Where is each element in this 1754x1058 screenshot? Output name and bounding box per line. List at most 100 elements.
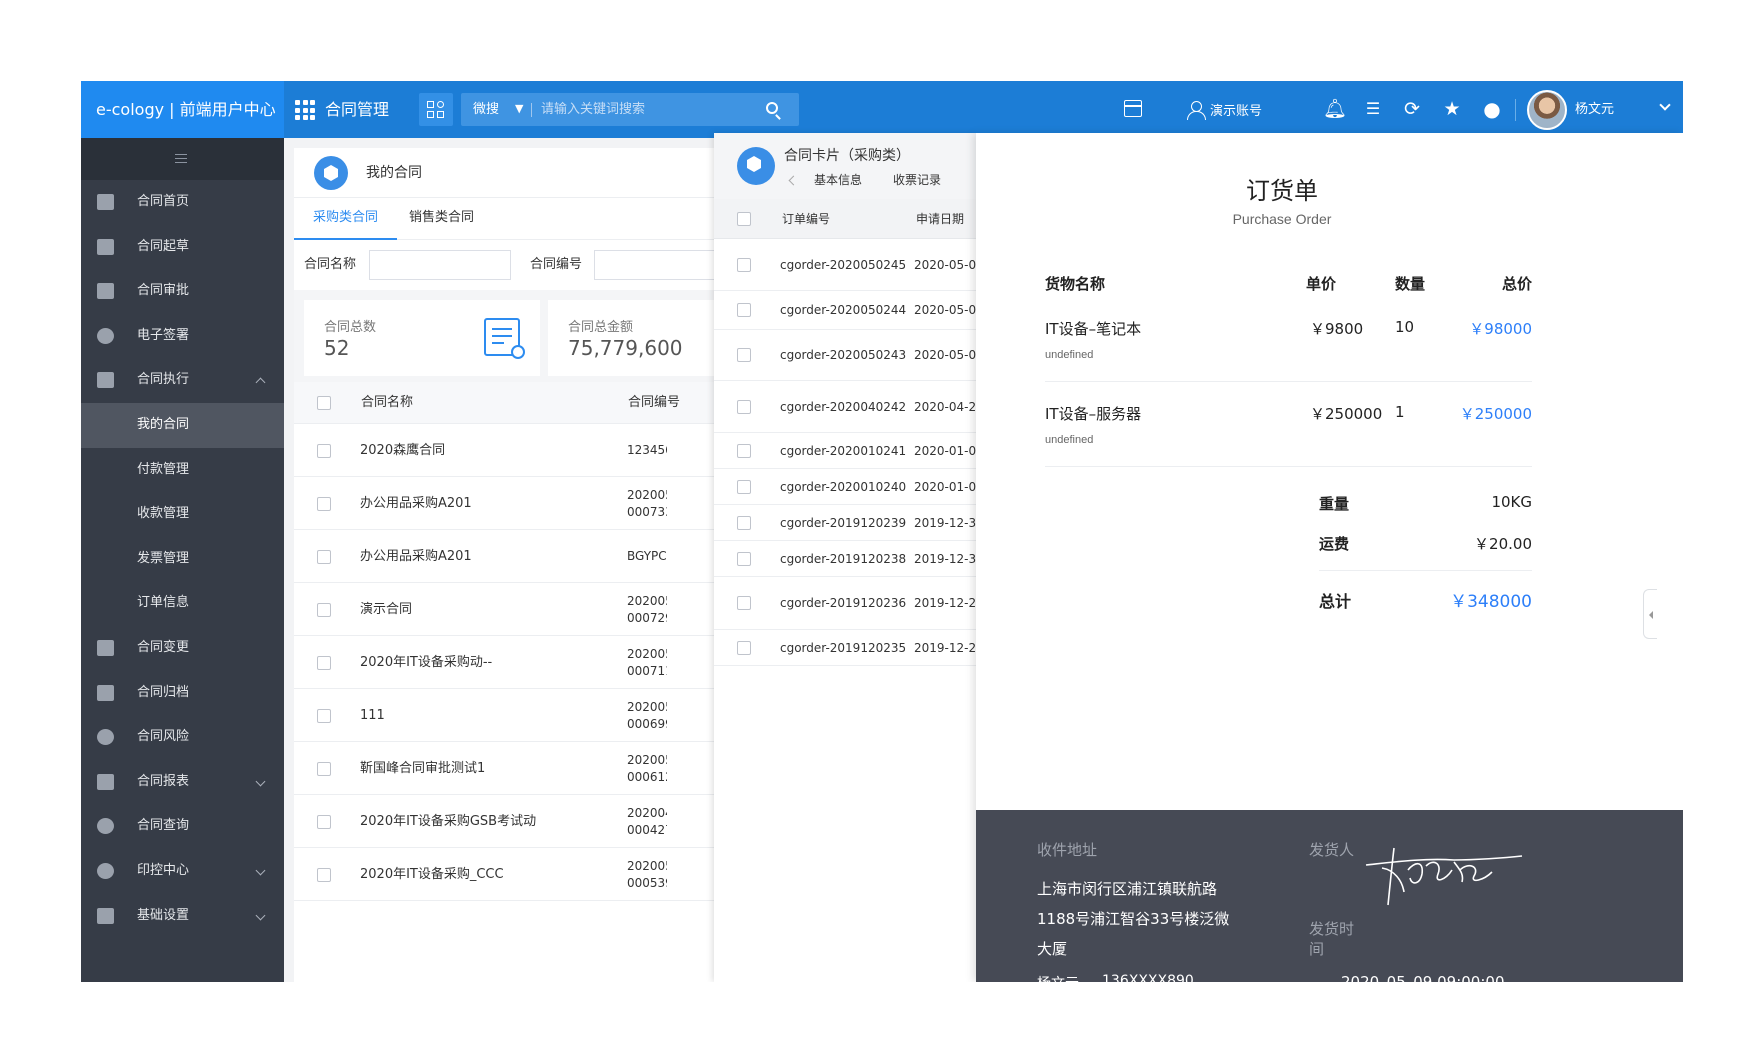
star-icon[interactable]: ★ <box>1441 98 1463 120</box>
account-switcher[interactable]: 演示账号 <box>1187 81 1262 138</box>
list-icon[interactable]: ☰ <box>1362 98 1384 120</box>
table-row[interactable]: 2020年IT设备采购_CCC 202005 000539 <box>294 848 714 901</box>
tab-sales-contracts[interactable]: 销售类合同 <box>409 198 474 238</box>
sidebar-item-esign[interactable]: 电子签署 <box>81 314 284 359</box>
order-no[interactable]: cgorder-2020050244 <box>780 291 906 330</box>
module-title[interactable]: 合同管理 <box>325 81 389 138</box>
sidebar-item-reports[interactable]: 合同报表 <box>81 760 284 805</box>
sidebar-item-query[interactable]: 合同查询 <box>81 804 284 849</box>
contract-name[interactable]: 2020森鹰合同 <box>360 424 445 477</box>
order-row[interactable]: cgorder-2020050243 2020-05-08 <box>714 330 984 381</box>
sidebar-collapse-bar[interactable] <box>81 138 284 180</box>
sidebar-item-my-contracts[interactable]: 我的合同 <box>81 402 284 448</box>
module-switch-icon[interactable] <box>419 93 453 126</box>
tab-invoice-records[interactable]: 收票记录 <box>893 171 941 188</box>
row-checkbox[interactable] <box>737 552 751 566</box>
contract-name[interactable]: 2020年IT设备采购GSB考试动 <box>360 795 536 848</box>
table-row[interactable]: 办公用品采购A201 BGYPC <box>294 530 714 583</box>
bell-icon[interactable]: 🔔︎ <box>1323 98 1347 120</box>
sidebar-item-approval[interactable]: 合同审批 <box>81 269 284 314</box>
search-icon[interactable] <box>766 102 778 114</box>
sidebar-item-orders[interactable]: 订单信息 <box>81 581 284 626</box>
sidebar-item-invoices[interactable]: 发票管理 <box>81 537 284 582</box>
row-checkbox[interactable] <box>317 762 331 776</box>
row-checkbox[interactable] <box>317 868 331 882</box>
select-all-checkbox[interactable] <box>737 212 751 226</box>
table-row[interactable]: 2020年IT设备采购GSB考试动 202004 000427 <box>294 795 714 848</box>
order-row[interactable]: cgorder-2019120239 2019-12-30 <box>714 505 984 541</box>
column-header-code[interactable]: 合同编号 <box>628 382 680 424</box>
row-checkbox[interactable] <box>317 709 331 723</box>
app-grid-icon[interactable] <box>295 100 315 120</box>
row-checkbox[interactable] <box>737 444 751 458</box>
select-all-checkbox[interactable] <box>317 396 331 410</box>
search-scope-select[interactable]: 微搜 <box>473 93 499 126</box>
calendar-icon[interactable] <box>1124 100 1142 117</box>
order-no[interactable]: cgorder-2020050243 <box>780 330 906 381</box>
table-row[interactable]: 2020年IT设备采购动-- 202005 000711 <box>294 636 714 689</box>
contract-name[interactable]: 靳国峰合同审批测试1 <box>360 742 485 795</box>
contract-name[interactable]: 2020年IT设备采购动-- <box>360 636 492 689</box>
order-no[interactable]: cgorder-2019120238 <box>780 541 906 577</box>
table-row[interactable]: 111 202005 000699 <box>294 689 714 742</box>
more-icon[interactable]: ● <box>1481 98 1503 120</box>
order-row[interactable]: cgorder-2020050245 2020-05-09 <box>714 239 984 291</box>
order-no[interactable]: cgorder-2020040242 <box>780 381 906 433</box>
sidebar-item-archive[interactable]: 合同归档 <box>81 671 284 716</box>
order-row[interactable]: cgorder-2019120235 2019-12-22 <box>714 630 984 666</box>
row-checkbox[interactable] <box>737 303 751 317</box>
column-header-apply-date[interactable]: 申请日期 <box>916 199 964 239</box>
row-checkbox[interactable] <box>317 550 331 564</box>
refresh-icon[interactable]: ⟳ <box>1401 98 1423 120</box>
row-checkbox[interactable] <box>737 480 751 494</box>
row-checkbox[interactable] <box>317 444 331 458</box>
chevron-down-icon[interactable]: ▼ <box>515 102 523 115</box>
row-checkbox[interactable] <box>737 258 751 272</box>
search-input[interactable] <box>541 97 751 122</box>
contract-code-input[interactable] <box>594 250 724 280</box>
chevron-down-icon[interactable] <box>1659 99 1671 111</box>
username[interactable]: 杨文元 <box>1575 81 1614 138</box>
order-no[interactable]: cgorder-2020050245 <box>780 239 906 291</box>
table-row[interactable]: 靳国峰合同审批测试1 202005 000612 <box>294 742 714 795</box>
sidebar-item-draft[interactable]: 合同起草 <box>81 225 284 270</box>
sidebar-item-change[interactable]: 合同变更 <box>81 626 284 671</box>
order-row[interactable]: cgorder-2020040242 2020-04-24 <box>714 381 984 433</box>
brand-logo[interactable]: e-cology | 前端用户中心 <box>81 81 284 138</box>
order-row[interactable]: cgorder-2019120238 2019-12-30 <box>714 541 984 577</box>
row-checkbox[interactable] <box>737 516 751 530</box>
contract-name[interactable]: 办公用品采购A201 <box>360 477 472 530</box>
column-header-name[interactable]: 合同名称 <box>361 382 413 424</box>
table-row[interactable]: 办公用品采购A201 202005 000733 <box>294 477 714 530</box>
order-row[interactable]: cgorder-2019120236 2019-12-22 <box>714 577 984 630</box>
table-row[interactable]: 2020森鹰合同 123456 <box>294 424 714 477</box>
row-checkbox[interactable] <box>317 497 331 511</box>
contract-name[interactable]: 2020年IT设备采购_CCC <box>360 848 504 901</box>
row-checkbox[interactable] <box>317 603 331 617</box>
sidebar-item-settings[interactable]: 基础设置 <box>81 894 284 939</box>
contract-name[interactable]: 演示合同 <box>360 583 412 636</box>
sidebar-item-payments[interactable]: 付款管理 <box>81 448 284 493</box>
contract-name[interactable]: 办公用品采购A201 <box>360 530 472 583</box>
row-checkbox[interactable] <box>737 400 751 414</box>
sidebar-item-receipts[interactable]: 收款管理 <box>81 492 284 537</box>
contract-name[interactable]: 111 <box>360 689 385 742</box>
row-checkbox[interactable] <box>317 656 331 670</box>
panel-toggle-handle[interactable] <box>1643 589 1657 639</box>
sidebar-item-home[interactable]: 合同首页 <box>81 180 284 225</box>
avatar[interactable] <box>1527 90 1567 130</box>
sidebar-item-execution[interactable]: 合同执行 <box>81 358 284 403</box>
order-no[interactable]: cgorder-2019120235 <box>780 630 906 666</box>
order-no[interactable]: cgorder-2019120236 <box>780 577 906 630</box>
table-row[interactable]: 演示合同 202005 000729 <box>294 583 714 636</box>
column-header-order-no[interactable]: 订单编号 <box>782 199 830 239</box>
order-row[interactable]: cgorder-2020050244 2020-05-09 <box>714 291 984 330</box>
row-checkbox[interactable] <box>737 596 751 610</box>
row-checkbox[interactable] <box>737 348 751 362</box>
tab-purchase-contracts[interactable]: 采购类合同 <box>294 198 398 240</box>
order-no[interactable]: cgorder-2020010241 <box>780 433 906 469</box>
chevron-left-icon[interactable] <box>788 175 799 186</box>
order-row[interactable]: cgorder-2020010240 2020-01-01 <box>714 469 984 505</box>
contract-name-input[interactable] <box>369 250 511 280</box>
row-checkbox[interactable] <box>317 815 331 829</box>
